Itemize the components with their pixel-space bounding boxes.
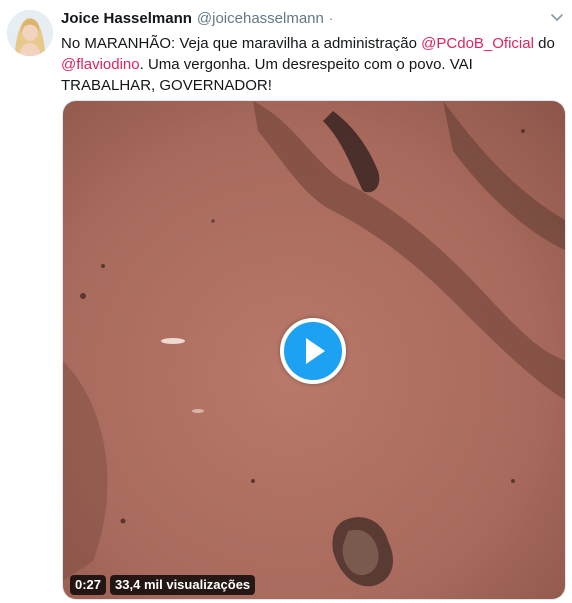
author-handle[interactable]: @joicehasselmann [197,10,324,27]
video-meta: 0:27 33,4 mil visualizações [70,575,256,595]
tweet-text: No MARANHÃO: Veja que maravilha a admini… [61,33,561,96]
video-player[interactable]: 0:27 33,4 mil visualizações [62,100,566,600]
mention-link[interactable]: @flaviodino [61,56,140,73]
chevron-down-icon[interactable] [548,8,566,26]
view-count: 33,4 mil visualizações [110,575,256,595]
play-icon [306,338,325,364]
video-duration: 0:27 [70,575,107,595]
tweet-text-part: No MARANHÃO: Veja que maravilha a admini… [61,35,422,52]
play-button[interactable] [280,318,346,384]
tweet-text-part: do [533,35,555,52]
tweet-card[interactable]: Joice Hasselmann @joicehasselmann · No M… [0,0,572,603]
tweet-header: Joice Hasselmann @joicehasselmann · [61,10,333,30]
avatar[interactable] [7,10,53,56]
separator-dot: · [328,11,334,26]
author-name[interactable]: Joice Hasselmann [61,10,192,27]
mention-link[interactable]: @PCdoB_Oficial [421,35,534,52]
